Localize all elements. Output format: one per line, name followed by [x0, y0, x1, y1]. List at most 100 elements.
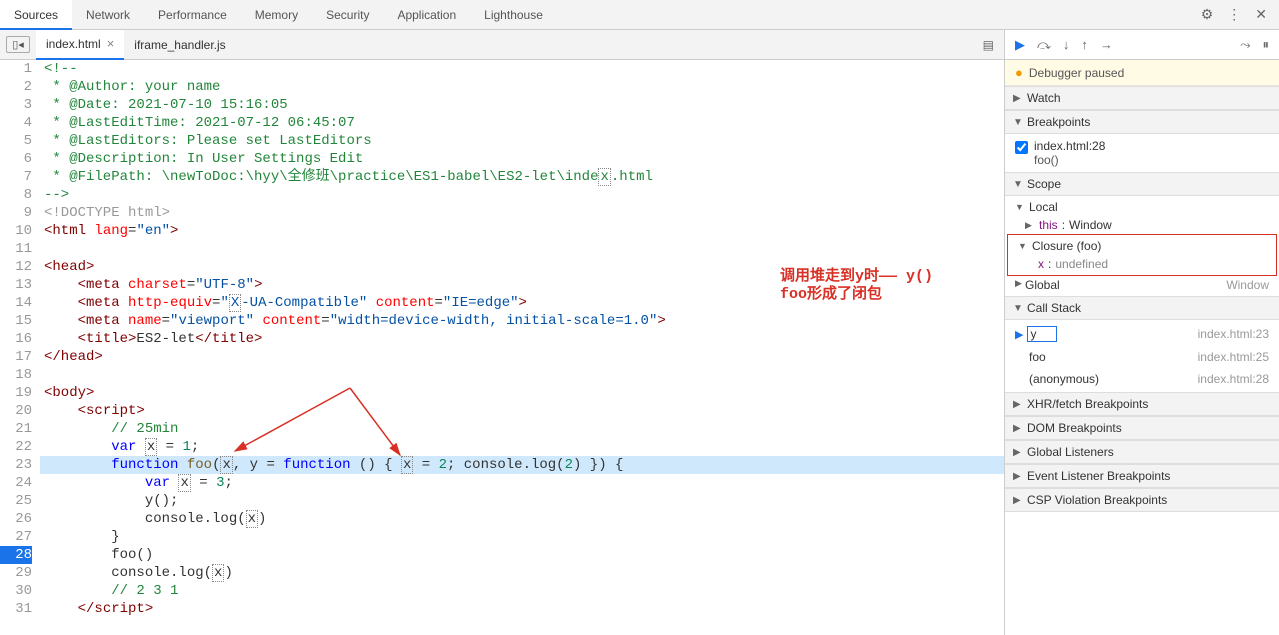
close-icon[interactable]: ×: [107, 30, 115, 59]
line-number[interactable]: 16: [0, 330, 32, 348]
breakpoint-checkbox[interactable]: [1015, 141, 1028, 154]
scope-closure[interactable]: ▼Closure (foo): [1008, 237, 1276, 255]
line-number[interactable]: 5: [0, 132, 32, 150]
scope-panel-header[interactable]: ▼Scope: [1005, 172, 1279, 196]
pause-on-exceptions-icon[interactable]: ⏸: [1263, 37, 1270, 53]
code-line[interactable]: <meta charset="UTF-8">: [40, 276, 1004, 294]
tab-performance[interactable]: Performance: [144, 0, 241, 30]
line-number[interactable]: 25: [0, 492, 32, 510]
code-line[interactable]: <head>: [40, 258, 1004, 276]
code-line[interactable]: <html lang="en">: [40, 222, 1004, 240]
code-line[interactable]: // 2 3 1: [40, 582, 1004, 600]
line-number[interactable]: 21: [0, 420, 32, 438]
line-number[interactable]: 22: [0, 438, 32, 456]
stack-frame[interactable]: (anonymous)index.html:28: [1005, 368, 1279, 390]
more-tabs-icon[interactable]: ▤: [983, 38, 1004, 52]
line-number[interactable]: 9: [0, 204, 32, 222]
code-line[interactable]: * @LastEditors: Please set LastEditors: [40, 132, 1004, 150]
breakpoint-item[interactable]: index.html:28 foo(): [1005, 136, 1279, 170]
tab-security[interactable]: Security: [312, 0, 383, 30]
line-number[interactable]: 1: [0, 60, 32, 78]
code-line[interactable]: <meta name="viewport" content="width=dev…: [40, 312, 1004, 330]
event-listener-breakpoints-header[interactable]: ▶Event Listener Breakpoints: [1005, 464, 1279, 488]
line-number[interactable]: 12: [0, 258, 32, 276]
gear-icon[interactable]: ⚙: [1201, 6, 1214, 23]
line-number[interactable]: 18: [0, 366, 32, 384]
code-line[interactable]: y();: [40, 492, 1004, 510]
code-line[interactable]: * @Date: 2021-07-10 15:16:05: [40, 96, 1004, 114]
close-icon[interactable]: ✕: [1255, 6, 1267, 23]
line-number[interactable]: 27: [0, 528, 32, 546]
dom-breakpoints-header[interactable]: ▶DOM Breakpoints: [1005, 416, 1279, 440]
line-number[interactable]: 28: [0, 546, 32, 564]
step-over-icon[interactable]: ⤼: [1037, 37, 1051, 53]
file-tab-index[interactable]: index.html ×: [36, 30, 124, 60]
deactivate-breakpoints-icon[interactable]: ⤳: [1240, 37, 1250, 53]
code-line[interactable]: -->: [40, 186, 1004, 204]
line-number[interactable]: 8: [0, 186, 32, 204]
code-line[interactable]: var x = 3;: [40, 474, 1004, 492]
code-line[interactable]: function foo(x, y = function () { x = 2;…: [40, 456, 1004, 474]
line-number[interactable]: 30: [0, 582, 32, 600]
code-line[interactable]: <!--: [40, 60, 1004, 78]
scope-this[interactable]: ▶this: Window: [1005, 216, 1279, 234]
line-number[interactable]: 19: [0, 384, 32, 402]
tab-application[interactable]: Application: [383, 0, 470, 30]
code-line[interactable]: <meta http-equiv="X-UA-Compatible" conte…: [40, 294, 1004, 312]
line-number[interactable]: 23: [0, 456, 32, 474]
code-line[interactable]: <body>: [40, 384, 1004, 402]
resume-icon[interactable]: ▶: [1015, 37, 1025, 53]
line-number[interactable]: 29: [0, 564, 32, 582]
global-listeners-header[interactable]: ▶Global Listeners: [1005, 440, 1279, 464]
step-into-icon[interactable]: ↓: [1063, 37, 1070, 52]
csp-breakpoints-header[interactable]: ▶CSP Violation Breakpoints: [1005, 488, 1279, 512]
line-number[interactable]: 17: [0, 348, 32, 366]
code-line[interactable]: [40, 366, 1004, 384]
code-line[interactable]: <!DOCTYPE html>: [40, 204, 1004, 222]
line-number[interactable]: 26: [0, 510, 32, 528]
breakpoints-panel-header[interactable]: ▼Breakpoints: [1005, 110, 1279, 134]
code-line[interactable]: <script>: [40, 402, 1004, 420]
code-line[interactable]: var x = 1;: [40, 438, 1004, 456]
step-out-icon[interactable]: ↑: [1081, 37, 1088, 52]
step-icon[interactable]: →: [1100, 37, 1113, 52]
kebab-icon[interactable]: ⋮: [1227, 6, 1241, 23]
callstack-panel-header[interactable]: ▼Call Stack: [1005, 296, 1279, 320]
stack-frame[interactable]: ▶yindex.html:23: [1005, 322, 1279, 346]
code-line[interactable]: </script>: [40, 600, 1004, 618]
line-number[interactable]: 3: [0, 96, 32, 114]
scope-local[interactable]: ▼Local: [1005, 198, 1279, 216]
code-line[interactable]: // 25min: [40, 420, 1004, 438]
code-editor[interactable]: 1234567891011121314151617181920212223242…: [0, 60, 1004, 635]
navigator-toggle-icon[interactable]: ▯◂: [6, 36, 30, 53]
line-number[interactable]: 11: [0, 240, 32, 258]
tab-network[interactable]: Network: [72, 0, 144, 30]
code-line[interactable]: console.log(x): [40, 510, 1004, 528]
line-number[interactable]: 7: [0, 168, 32, 186]
line-number[interactable]: 31: [0, 600, 32, 618]
code-line[interactable]: [40, 240, 1004, 258]
code-line[interactable]: }: [40, 528, 1004, 546]
watch-panel-header[interactable]: ▶Watch: [1005, 86, 1279, 110]
line-number[interactable]: 2: [0, 78, 32, 96]
code-line[interactable]: * @Author: your name: [40, 78, 1004, 96]
code-line[interactable]: </head>: [40, 348, 1004, 366]
xhr-breakpoints-header[interactable]: ▶XHR/fetch Breakpoints: [1005, 392, 1279, 416]
stack-frame[interactable]: fooindex.html:25: [1005, 346, 1279, 368]
line-number[interactable]: 20: [0, 402, 32, 420]
code-line[interactable]: * @Description: In User Settings Edit: [40, 150, 1004, 168]
line-number[interactable]: 14: [0, 294, 32, 312]
code-line[interactable]: foo(): [40, 546, 1004, 564]
tab-lighthouse[interactable]: Lighthouse: [470, 0, 557, 30]
line-number[interactable]: 13: [0, 276, 32, 294]
line-number[interactable]: 4: [0, 114, 32, 132]
code-line[interactable]: console.log(x): [40, 564, 1004, 582]
line-number[interactable]: 6: [0, 150, 32, 168]
code-line[interactable]: * @FilePath: \newToDoc:\hyy\全修班\practice…: [40, 168, 1004, 186]
code-line[interactable]: <title>ES2-let</title>: [40, 330, 1004, 348]
scope-global[interactable]: ▶GlobalWindow: [1005, 276, 1279, 294]
line-number[interactable]: 10: [0, 222, 32, 240]
line-number[interactable]: 24: [0, 474, 32, 492]
tab-memory[interactable]: Memory: [241, 0, 312, 30]
file-tab-iframe-handler[interactable]: iframe_handler.js: [124, 30, 235, 60]
